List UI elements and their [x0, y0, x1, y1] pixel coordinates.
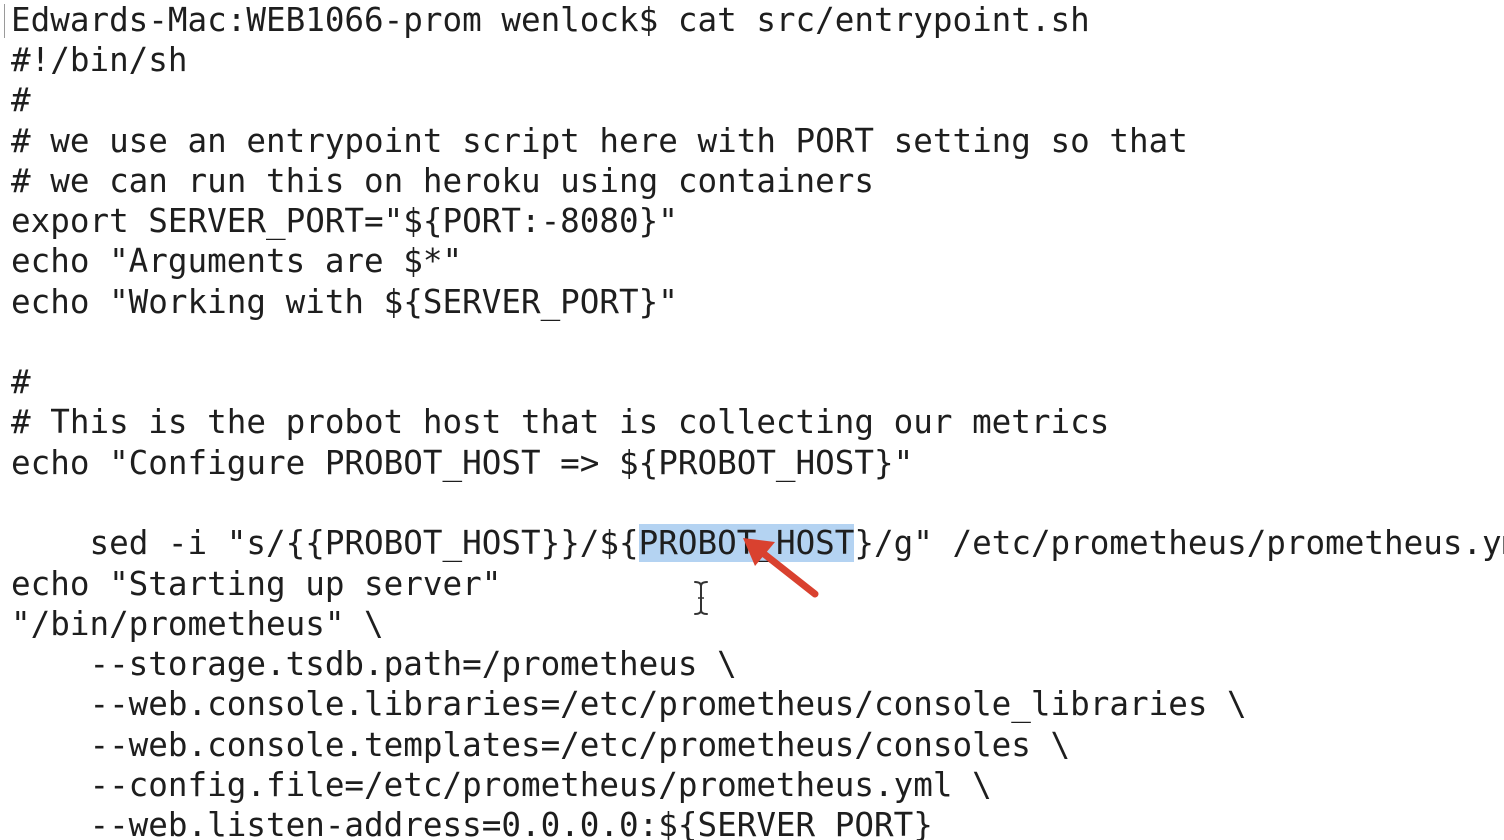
- terminal-line: #!/bin/sh: [11, 41, 188, 79]
- terminal-line: --web.console.libraries=/etc/prometheus/…: [11, 685, 1247, 723]
- terminal-line: #: [11, 81, 31, 119]
- terminal-line: echo "Working with ${SERVER_PORT}": [11, 283, 678, 321]
- terminal-line: --web.listen-address=0.0.0.0:${SERVER_PO…: [11, 806, 933, 840]
- terminal-line: #: [11, 363, 31, 401]
- terminal-line: echo "Arguments are $*": [11, 242, 463, 280]
- terminal-line: # we use an entrypoint script here with …: [11, 122, 1188, 160]
- terminal-line: # we can run this on heroku using contai…: [11, 162, 875, 200]
- terminal-line: echo "Starting up server": [11, 565, 502, 603]
- terminal-window[interactable]: Edwards-Mac:WEB1066-prom wenlock$ cat sr…: [0, 0, 1504, 840]
- terminal-line: --storage.tsdb.path=/prometheus \: [11, 645, 737, 683]
- terminal-line: --web.console.templates=/etc/prometheus/…: [11, 726, 1071, 764]
- annotation-arrow-icon: [743, 538, 819, 598]
- terminal-line: # This is the probot host that is collec…: [11, 403, 1110, 441]
- terminal-line: --config.file=/etc/prometheus/prometheus…: [11, 766, 992, 804]
- sed-command-start: sed -i "s/{{PROBOT_HOST}}/${: [89, 524, 639, 562]
- sed-command-end: }/g" /etc/prometheus/prometheus.yml: [854, 524, 1504, 562]
- terminal-line: echo "Configure PROBOT_HOST => ${PROBOT_…: [11, 444, 914, 482]
- terminal-line: "/bin/prometheus" \: [11, 605, 384, 643]
- terminal-line-sed: sed -i "s/{{PROBOT_HOST}}/${PROBOT_HOST}…: [11, 483, 1504, 562]
- terminal-line: export SERVER_PORT="${PORT:-8080}": [11, 202, 678, 240]
- terminal-line-prompt: Edwards-Mac:WEB1066-prom wenlock$ cat sr…: [11, 1, 1090, 39]
- ibeam-cursor-icon: [694, 581, 708, 615]
- window-edge: [4, 4, 5, 38]
